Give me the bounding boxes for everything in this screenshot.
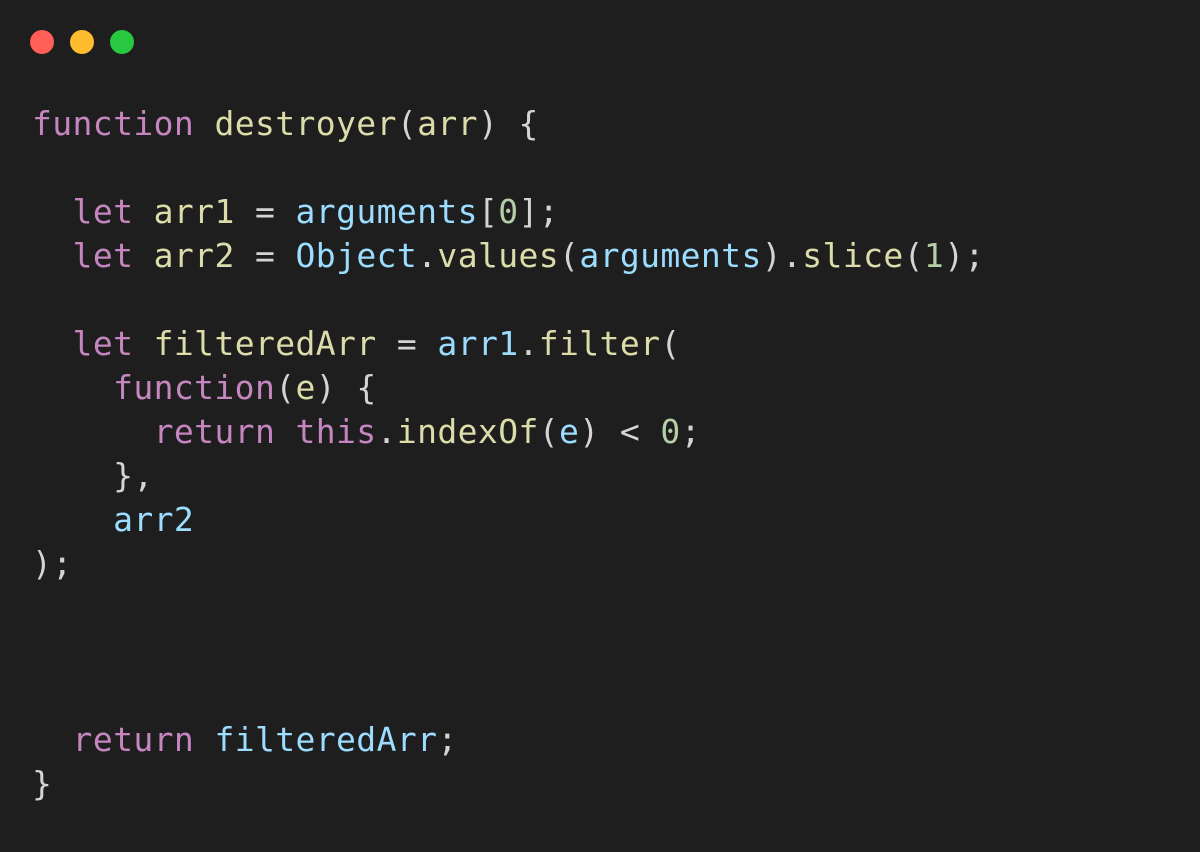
code-line: let arr2 = Object.values(arguments).slic… (32, 234, 985, 278)
code-token: this (295, 412, 377, 451)
code-token: indexOf (396, 412, 539, 451)
code-token: ; (680, 412, 701, 451)
code-token: [ (477, 192, 499, 231)
code-token: ) < (579, 412, 661, 451)
code-token: } (32, 764, 53, 803)
code-token: function (32, 104, 195, 143)
code-token: 0 (498, 192, 519, 231)
code-token: ( (559, 236, 580, 275)
code-token: values (437, 236, 560, 275)
code-token: arr1 (437, 324, 519, 363)
code-token: ; (437, 720, 458, 759)
code-token: 1 (923, 236, 945, 275)
code-token: e (559, 412, 580, 451)
code-line: function destroyer(arr) { (32, 102, 985, 146)
code-token: . (417, 236, 438, 275)
code-token: }, (32, 456, 154, 495)
window-titlebar (0, 0, 1200, 84)
code-token: filteredArr (214, 720, 438, 759)
code-token: . (376, 412, 397, 451)
code-token: return (72, 720, 195, 759)
code-line: }, (32, 454, 985, 498)
code-token: filter (538, 324, 661, 363)
code-token: let (72, 192, 134, 231)
code-block: function destroyer(arr) { let arr1 = arg… (32, 102, 985, 806)
code-token: let (72, 236, 134, 275)
code-token: = (376, 324, 438, 363)
code-token: ) { (477, 104, 539, 143)
code-line: return this.indexOf(e) < 0; (32, 410, 985, 454)
code-line: ); (32, 542, 985, 586)
code-token: filteredArr (153, 324, 377, 363)
code-line: function(e) { (32, 366, 985, 410)
code-token: = (234, 236, 296, 275)
code-token: arr2 (113, 500, 195, 539)
code-token: destroyer (214, 104, 397, 143)
code-token: return (153, 412, 276, 451)
code-token: ); (944, 236, 985, 275)
code-token: . (518, 324, 539, 363)
maximize-window-button[interactable] (110, 30, 134, 54)
code-token: function (113, 368, 276, 407)
code-line: let filteredArr = arr1.filter( (32, 322, 985, 366)
code-token: 0 (660, 412, 681, 451)
code-token: ). (761, 236, 803, 275)
code-token: arguments (579, 236, 762, 275)
code-token: ( (396, 104, 418, 143)
code-token: slice (802, 236, 904, 275)
code-token: ( (275, 368, 296, 407)
code-token: ); (32, 544, 73, 583)
code-window: function destroyer(arr) { let arr1 = arg… (0, 0, 1200, 852)
code-token: arr (417, 104, 478, 143)
code-token: ]; (518, 192, 560, 231)
code-line: } (32, 762, 985, 806)
close-window-button[interactable] (30, 30, 54, 54)
code-line: let arr1 = arguments[0]; (32, 190, 985, 234)
code-token: let (72, 324, 134, 363)
minimize-window-button[interactable] (70, 30, 94, 54)
code-line: return filteredArr; (32, 718, 985, 762)
code-token: = (234, 192, 296, 231)
code-token: ( (660, 324, 681, 363)
code-token: Object (295, 236, 418, 275)
code-token: ( (538, 412, 560, 451)
code-token: ( (903, 236, 924, 275)
code-token: arr2 (153, 236, 235, 275)
code-line: arr2 (32, 498, 985, 542)
code-token: e (295, 368, 316, 407)
code-token: arr1 (153, 192, 235, 231)
code-token: ) { (315, 368, 377, 407)
code-token: arguments (295, 192, 478, 231)
